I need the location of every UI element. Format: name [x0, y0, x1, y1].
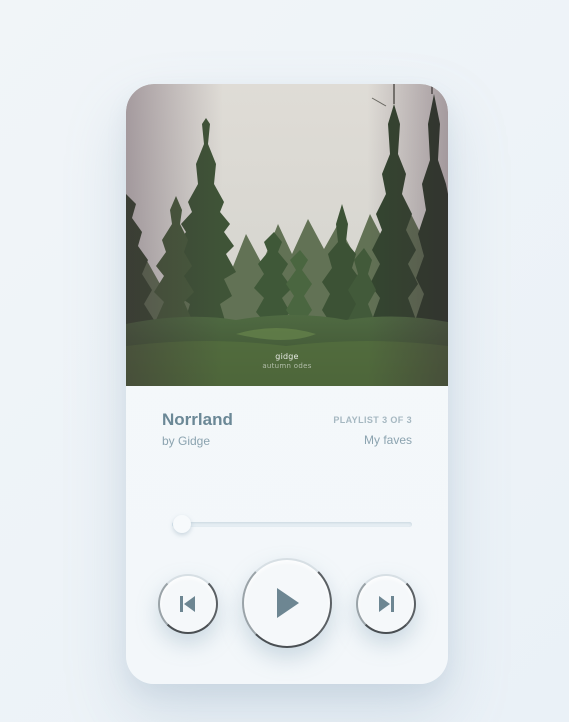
track-title: Norrland: [162, 410, 233, 429]
next-track-button[interactable]: [356, 574, 416, 634]
progress-thumb[interactable]: [172, 515, 191, 533]
album-cover-image: [126, 84, 448, 386]
playlist-name[interactable]: My faves: [364, 433, 412, 447]
cover-artist-text: gidge: [275, 352, 299, 361]
previous-track-button[interactable]: [158, 574, 218, 634]
music-player-card: gidge autumn odes Norrland by Gidge PLAY…: [126, 84, 448, 684]
play-icon: [277, 588, 299, 618]
playlist-position-label: PLAYLIST 3 OF 3: [333, 415, 412, 425]
progress-bar[interactable]: [172, 522, 412, 527]
skip-previous-icon: [180, 596, 195, 612]
cover-album-text: autumn odes: [262, 362, 312, 370]
track-artist: by Gidge: [162, 434, 211, 448]
skip-next-icon: [379, 596, 394, 612]
play-button[interactable]: [242, 558, 332, 648]
album-cover: gidge autumn odes: [126, 84, 448, 386]
